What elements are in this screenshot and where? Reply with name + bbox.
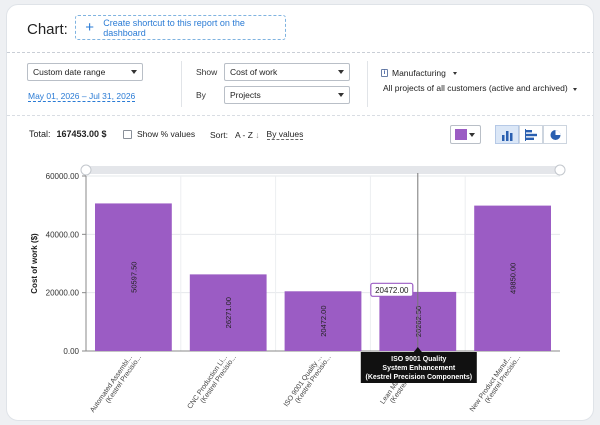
y-tick-label: 0.00 xyxy=(63,347,79,356)
x-tick-label: Automated Assembl... xyxy=(89,354,134,414)
hover-value-label: 20472.00 xyxy=(375,286,409,295)
bar-value-label: 50597.50 xyxy=(129,262,138,293)
bar-chart: 0.00 20000.00 40000.00 60000.00 Cost of work… xyxy=(30,164,566,414)
y-tick-label: 20000.00 xyxy=(46,289,80,298)
bar-value-label: 26271.00 xyxy=(224,297,233,328)
report-card: Chart: + Create shortcut to this report … xyxy=(6,4,594,421)
range-scrollbar[interactable] xyxy=(86,166,560,174)
tooltip-line: (Kestrel Precision Components) xyxy=(366,374,473,381)
bar-value-label: 20472.00 xyxy=(319,305,328,336)
x-tick-label: CNC Production Li... xyxy=(187,354,229,410)
y-tick-label: 40000.00 xyxy=(46,230,80,239)
tooltip-line: ISO 9001 Quality xyxy=(391,356,446,363)
y-axis-title: Cost of work ($) xyxy=(30,233,39,294)
bar-value-label: 49850.00 xyxy=(509,263,518,294)
range-handle-right[interactable] xyxy=(554,164,566,176)
tooltip-line: System Enhancement xyxy=(382,365,455,372)
range-handle-left[interactable] xyxy=(80,164,92,176)
y-tick-label: 60000.00 xyxy=(46,172,80,181)
